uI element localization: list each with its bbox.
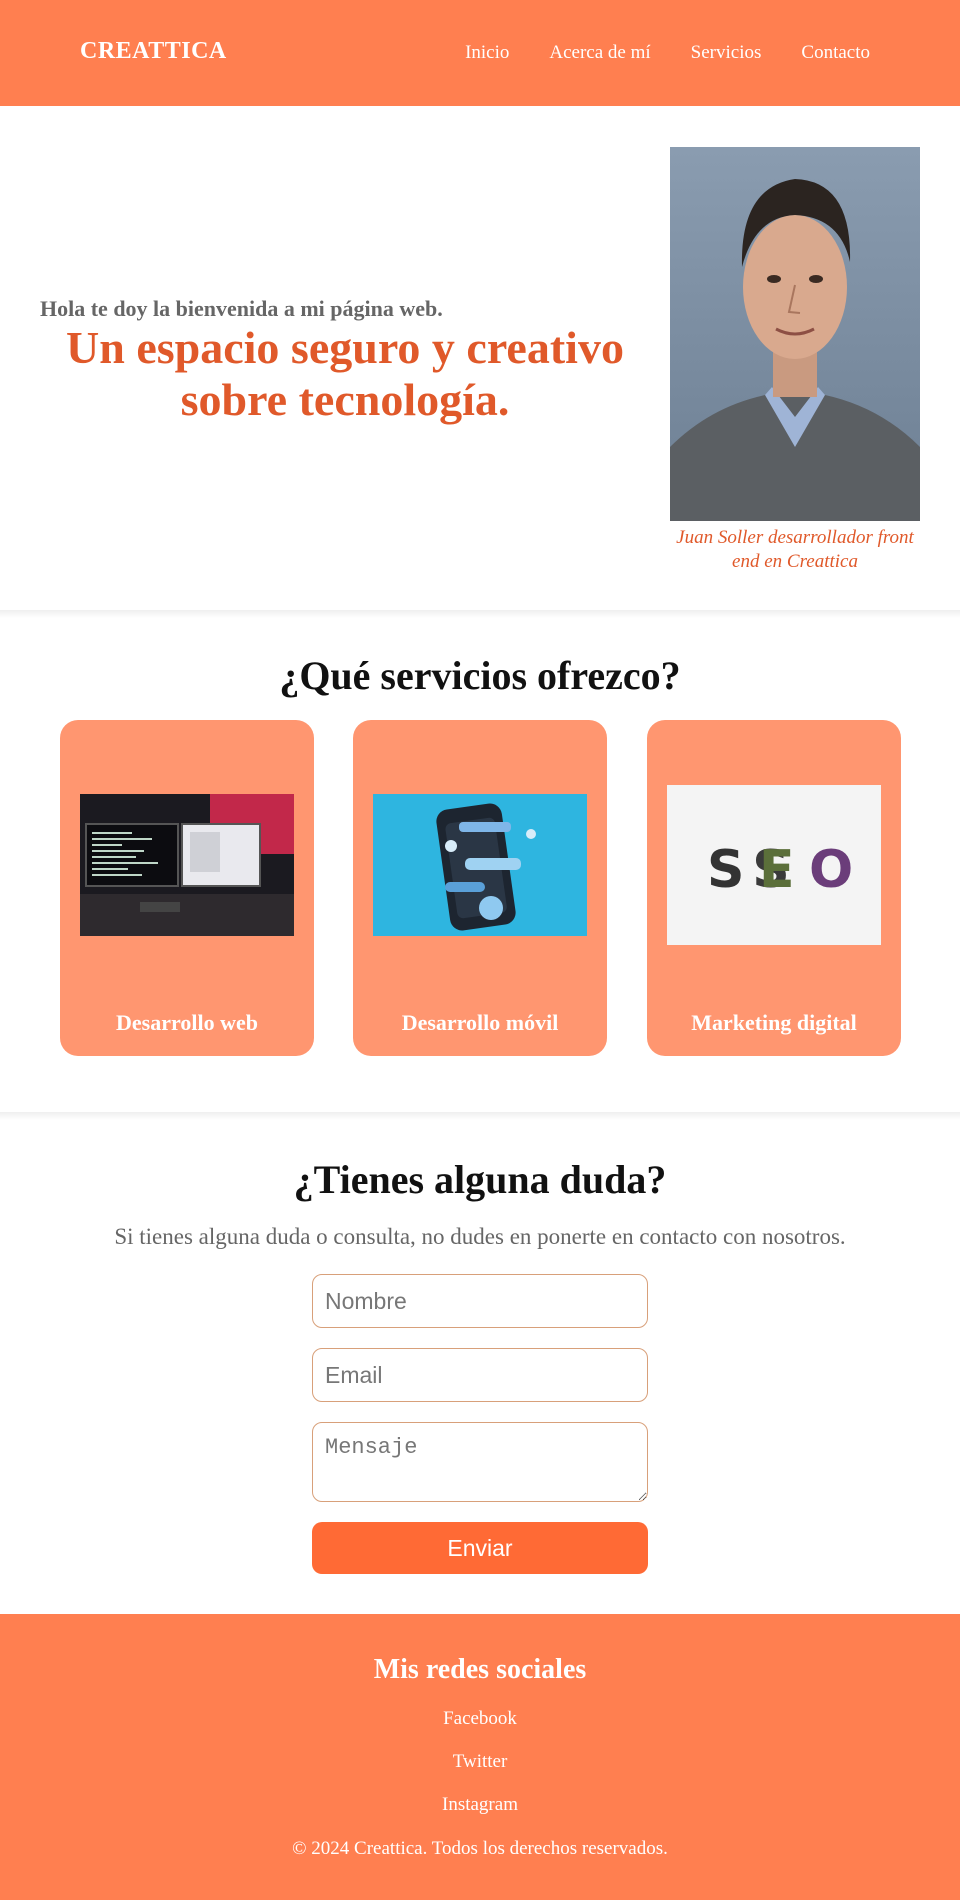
send-button[interactable]: Enviar — [312, 1522, 648, 1574]
brand-logo[interactable]: CREATTICA — [80, 38, 227, 65]
email-input[interactable] — [312, 1348, 648, 1402]
nav-contacto[interactable]: Contacto — [801, 42, 870, 64]
site-footer: Mis redes sociales Facebook Twitter Inst… — [0, 1614, 960, 1900]
service-label-web: Desarrollo web — [116, 1010, 258, 1035]
hero-subtitle: Hola te doy la bienvenida a mi página we… — [40, 296, 443, 321]
profile-photo — [670, 147, 920, 521]
social-facebook: Facebook — [0, 1708, 960, 1730]
svg-text:O: O — [809, 840, 853, 900]
service-card-mobile[interactable]: Desarrollo móvil — [353, 720, 607, 1056]
nav-inicio[interactable]: Inicio — [465, 42, 509, 64]
contact-description: Si tienes alguna duda o consulta, no dud… — [114, 1224, 846, 1249]
nav-acerca[interactable]: Acerca de mí — [549, 42, 650, 64]
instagram-link[interactable]: Instagram — [442, 1794, 518, 1815]
seo-image: S S E O — [667, 785, 881, 945]
copyright-text: © 2024 Creattica. Todos los derechos res… — [292, 1838, 668, 1859]
svg-text:S: S — [707, 840, 758, 900]
nav-servicios[interactable]: Servicios — [691, 42, 762, 64]
site-header: CREATTICA Inicio Acerca de mí Servicios … — [0, 0, 960, 106]
photo-caption: Juan Soller desarrollador front end en C… — [676, 527, 914, 572]
facebook-link[interactable]: Facebook — [443, 1708, 517, 1729]
section-divider — [0, 610, 960, 618]
services-title: ¿Qué servicios ofrezco? — [279, 653, 681, 698]
footer-title: Mis redes sociales — [373, 1654, 587, 1685]
web-dev-image — [80, 794, 294, 936]
section-divider — [0, 1112, 960, 1120]
contact-title: ¿Tienes alguna duda? — [293, 1157, 667, 1202]
mobile-dev-image — [373, 794, 587, 936]
svg-text:E: E — [759, 840, 795, 900]
service-label-marketing: Marketing digital — [691, 1010, 857, 1035]
service-card-marketing[interactable]: S S E O Marketing digital — [647, 720, 901, 1056]
message-input[interactable] — [312, 1422, 648, 1502]
main-nav: Inicio Acerca de mí Servicios Contacto — [465, 42, 870, 64]
twitter-link[interactable]: Twitter — [453, 1751, 508, 1772]
service-card-web[interactable]: Desarrollo web — [60, 720, 314, 1056]
social-twitter: Twitter — [0, 1751, 960, 1773]
social-instagram: Instagram — [0, 1794, 960, 1816]
hero-title: Un espacio seguro y creativo sobre tecno… — [66, 322, 624, 425]
service-label-mobile: Desarrollo móvil — [401, 1010, 559, 1035]
name-input[interactable] — [312, 1274, 648, 1328]
